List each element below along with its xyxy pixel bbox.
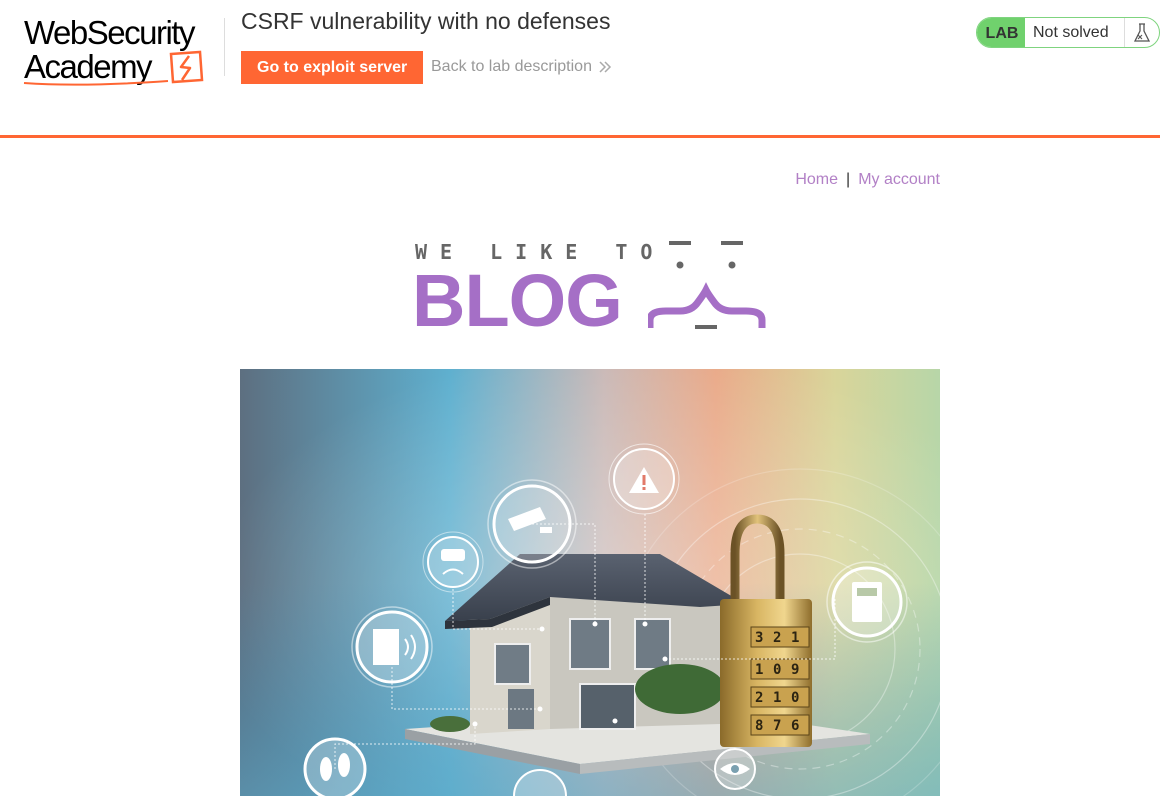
web-security-academy-logo[interactable]: WebSecurity Academy (22, 14, 222, 88)
back-to-lab-description-link[interactable]: Back to lab description (431, 58, 612, 76)
svg-text:7: 7 (773, 718, 781, 734)
lab-status-text: Not solved (1033, 24, 1109, 41)
logo-divider (224, 18, 225, 76)
alarm-warning-bubble (608, 443, 680, 515)
blog-banner: WE LIKE TO BLOG (412, 236, 772, 342)
lab-badge: LAB (977, 18, 1025, 47)
svg-text:0: 0 (791, 690, 799, 706)
curly-brace-face-icon (648, 241, 766, 329)
academy-logo-icon: WebSecurity Academy (23, 14, 204, 86)
back-link-label: Back to lab description (431, 58, 592, 75)
door-sensor-bubble (351, 606, 433, 688)
svg-text:1: 1 (755, 662, 763, 678)
flask-icon (1124, 18, 1159, 47)
lab-status-widget: LAB Not solved (976, 17, 1160, 48)
keypad-bubble (826, 561, 908, 643)
go-to-exploit-server-button[interactable]: Go to exploit server (241, 51, 424, 84)
svg-text:0: 0 (773, 662, 781, 678)
blog-hero-image[interactable]: 3 2 1 1 0 9 2 1 0 8 7 6 (240, 369, 940, 796)
svg-text:WebSecurity: WebSecurity (24, 14, 196, 51)
nav-home-link[interactable]: Home (795, 171, 838, 188)
lab-header: WebSecurity Academy CSRF vulnerability w… (0, 0, 1160, 138)
svg-text:9: 9 (791, 662, 799, 678)
footsteps-bubble (303, 737, 367, 796)
svg-text:8: 8 (755, 718, 763, 734)
svg-text:1: 1 (791, 630, 799, 646)
smoke-detector-bubble (422, 531, 484, 593)
svg-text:3: 3 (755, 630, 763, 646)
eye-sensor-bubble (714, 748, 756, 790)
nav-separator: | (846, 171, 851, 188)
banner-blog-text: BLOG (412, 259, 623, 342)
double-chevron-right-icon (599, 61, 612, 73)
svg-text:Academy: Academy (24, 48, 153, 85)
smart-home-security-illustration: 3 2 1 1 0 9 2 1 0 8 7 6 (240, 369, 940, 796)
svg-text:2: 2 (755, 690, 763, 706)
svg-text:2: 2 (773, 630, 781, 646)
security-camera-bubble (487, 479, 577, 569)
svg-text:1: 1 (773, 690, 781, 706)
top-nav-links: Home | My account (795, 171, 940, 189)
svg-text:6: 6 (791, 718, 799, 734)
nav-my-account-link[interactable]: My account (858, 171, 940, 188)
lab-title: CSRF vulnerability with no defenses (241, 8, 611, 34)
